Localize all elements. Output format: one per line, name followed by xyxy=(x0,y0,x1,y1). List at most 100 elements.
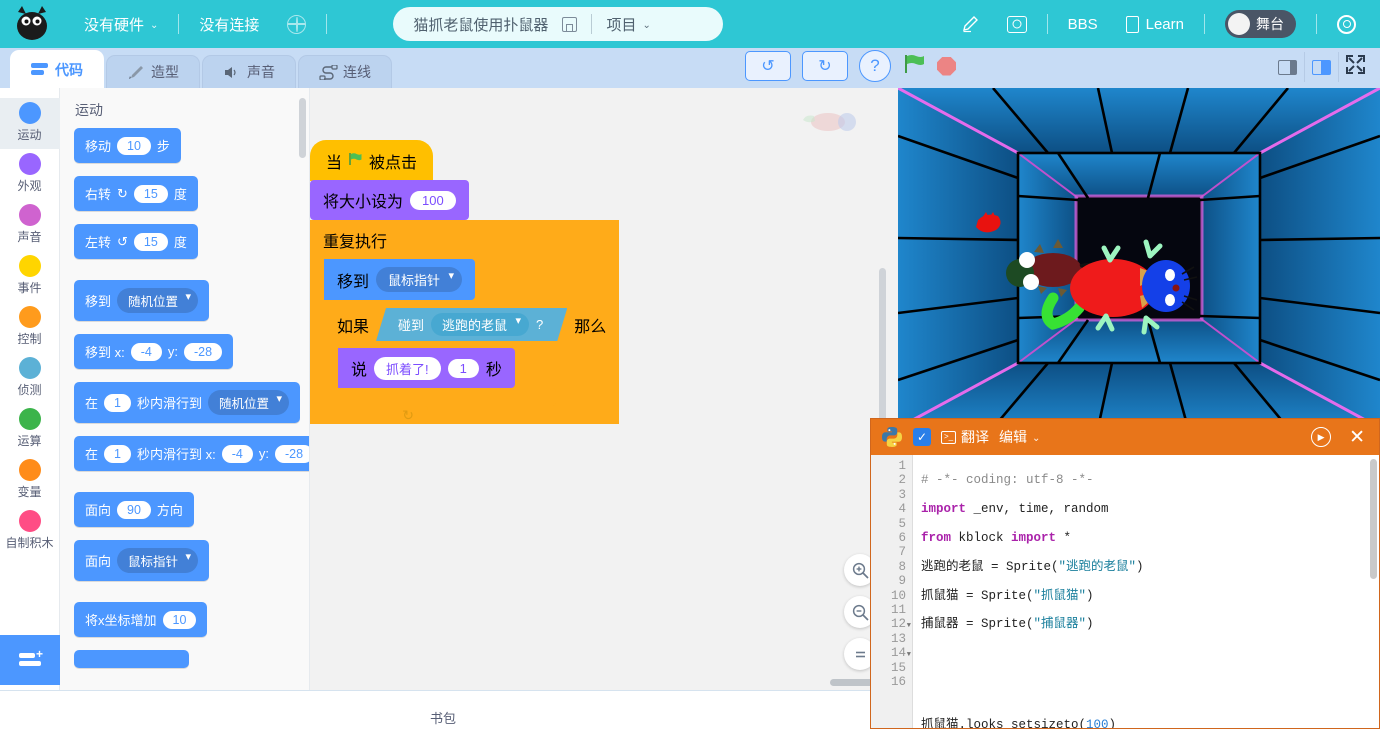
palette-block-turn-right[interactable]: 右转 ↻ 15 度 xyxy=(74,176,198,211)
block-input[interactable]: 10 xyxy=(117,136,151,155)
code-workspace[interactable]: 当 被点击 将大小设为 100 重复执行 移到 鼠标指针 ▾ 如果 碰到 逃跑的… xyxy=(310,88,898,690)
code-text-area[interactable]: # -*- coding: utf-8 -*- import _env, tim… xyxy=(913,455,1379,728)
code-token: ) xyxy=(1086,617,1094,632)
green-flag-icon xyxy=(348,152,363,171)
edit-menu[interactable]: 编辑 ⌄ xyxy=(999,427,1040,447)
block-input-y[interactable]: -28 xyxy=(274,444,309,463)
code-scrollbar[interactable] xyxy=(1370,459,1377,579)
connection-menu[interactable]: 没有连接 xyxy=(185,0,273,48)
palette-block-move-steps[interactable]: 移动 10 步 xyxy=(74,128,181,163)
block-input-message[interactable]: 抓着了! xyxy=(374,356,441,380)
block-goto-mouse-pointer[interactable]: 移到 鼠标指针 xyxy=(324,259,476,300)
edit-button[interactable] xyxy=(947,0,993,48)
stop-button[interactable] xyxy=(937,56,956,76)
line-number-foldable[interactable]: 12 ▼ xyxy=(871,617,911,631)
checkbox-checked-icon[interactable]: ✓ xyxy=(913,428,931,446)
language-button[interactable] xyxy=(273,0,320,48)
block-input-x[interactable]: -4 xyxy=(221,444,253,463)
app-logo-icon[interactable] xyxy=(8,4,56,44)
category-control[interactable]: 控制 xyxy=(0,302,60,353)
translate-button[interactable]: >_ 翻译 xyxy=(941,427,989,447)
help-button[interactable]: ? xyxy=(859,50,891,82)
block-dropdown[interactable]: 随机位置 xyxy=(117,288,199,313)
block-forever[interactable]: 重复执行 移到 鼠标指针 如果 xyxy=(310,220,620,424)
palette-block-goto-xy[interactable]: 移到 x: -4 y: -28 xyxy=(74,334,234,369)
category-motion[interactable]: 运动 xyxy=(0,98,60,149)
block-input-secs[interactable]: 1 xyxy=(447,358,479,378)
block-input[interactable]: 1 xyxy=(104,393,131,412)
redo-button[interactable]: ↻ xyxy=(802,51,848,81)
block-say-for-secs[interactable]: 说 抓着了! 1 秒 xyxy=(338,348,515,388)
small-stage-button[interactable] xyxy=(1270,52,1304,82)
block-set-size-to[interactable]: 将大小设为 100 xyxy=(310,180,469,220)
block-dropdown[interactable]: 逃跑的老鼠 xyxy=(431,313,529,336)
project-menu[interactable]: 项目 ⌄ xyxy=(606,14,650,35)
palette-block-turn-left[interactable]: 左转 ↺ 15 度 xyxy=(74,224,198,259)
code-editor-body[interactable]: 1 2 3 4 5 6 7 8 9 10 11 12 ▼ 13 14 ▼ 15 16… xyxy=(871,455,1379,728)
palette-block-point-direction[interactable]: 面向 90 方向 xyxy=(74,492,194,527)
block-dropdown[interactable]: 鼠标指针 xyxy=(376,267,463,292)
category-operators[interactable]: 运算 xyxy=(0,404,60,455)
category-sensing[interactable]: 侦测 xyxy=(0,353,60,404)
block-input[interactable]: 15 xyxy=(133,184,168,203)
stage-area[interactable] xyxy=(898,88,1380,428)
add-extension-button[interactable]: + xyxy=(0,635,60,685)
block-dropdown[interactable]: 鼠标指针 xyxy=(117,548,199,573)
category-myblocks-label: 自制积木 xyxy=(5,536,54,550)
palette-scrollbar[interactable] xyxy=(299,98,306,158)
stage-toggle[interactable]: 舞台 xyxy=(1225,10,1296,38)
bbs-link[interactable]: BBS xyxy=(1054,0,1112,48)
category-myblocks[interactable]: 自制积木 xyxy=(0,506,60,557)
camera-button[interactable] xyxy=(993,0,1041,48)
line-number-foldable[interactable]: 14 ▼ xyxy=(871,646,911,660)
rotate-left-icon: ↺ xyxy=(117,233,128,249)
palette-block-point-towards[interactable]: 面向 鼠标指针 xyxy=(74,540,210,581)
palette-block-change-x[interactable]: 将x坐标增加 10 xyxy=(74,602,208,637)
palette-block-goto-target[interactable]: 移到 随机位置 xyxy=(74,280,210,321)
block-input[interactable]: 15 xyxy=(133,232,168,251)
category-events[interactable]: 事件 xyxy=(0,251,60,302)
block-when-flag-clicked[interactable]: 当 被点击 xyxy=(310,140,434,181)
tab-code[interactable]: 代码 xyxy=(10,50,104,88)
sound-dot-icon xyxy=(18,204,41,226)
fold-arrow-icon[interactable]: ▼ xyxy=(907,619,911,633)
close-icon[interactable]: ✕ xyxy=(1349,428,1365,447)
script-stack[interactable]: 当 被点击 将大小设为 100 重复执行 移到 鼠标指针 ▾ 如果 碰到 逃跑的… xyxy=(310,140,620,424)
category-variables[interactable]: 变量 xyxy=(0,455,60,506)
tab-connect[interactable]: 连线 xyxy=(298,55,392,88)
category-looks[interactable]: 外观 xyxy=(0,149,60,200)
large-stage-button[interactable] xyxy=(1304,52,1338,82)
palette-block-glide-xy[interactable]: 在 1 秒内滑行到 x: -4 y: -28 xyxy=(74,436,309,471)
block-input[interactable]: 90 xyxy=(117,500,151,519)
palette-block-partial[interactable] xyxy=(74,650,189,668)
menu-divider-4 xyxy=(1204,14,1205,34)
tab-costumes-label: 造型 xyxy=(151,64,179,80)
block-dropdown[interactable]: 随机位置 xyxy=(207,390,289,415)
fullscreen-button[interactable] xyxy=(1338,52,1372,82)
block-if-then[interactable]: 如果 碰到 逃跑的老鼠 ? 那么 xyxy=(324,300,620,406)
fold-arrow-icon-2[interactable]: ▼ xyxy=(907,648,911,662)
translate-label: 翻译 xyxy=(961,429,989,445)
learn-link[interactable]: Learn xyxy=(1112,0,1198,48)
tab-costumes[interactable]: 造型 xyxy=(106,55,200,88)
undo-button[interactable]: ↺ xyxy=(745,51,791,81)
block-input[interactable]: 1 xyxy=(104,444,131,463)
python-code-window[interactable]: ✓ >_ 翻译 编辑 ⌄ ▶ ✕ 1 2 3 4 5 6 7 8 9 10 11… xyxy=(870,418,1380,729)
hardware-menu[interactable]: 没有硬件 ⌄ xyxy=(70,0,172,48)
tab-sound[interactable]: 声音 xyxy=(202,55,296,88)
block-palette[interactable]: 运动 移动 10 步 右转 ↻ 15 度 左转 ↺ 15 度 移到 随机位置 ▾… xyxy=(60,88,310,690)
settings-button[interactable] xyxy=(1323,0,1370,48)
block-input-x[interactable]: -4 xyxy=(130,342,162,361)
save-icon[interactable] xyxy=(562,16,578,32)
green-flag-button[interactable] xyxy=(902,53,926,79)
code-token: 抓鼠猫.looks_setsizeto( xyxy=(921,718,1087,728)
block-touching[interactable]: 碰到 逃跑的老鼠 ? xyxy=(376,308,567,341)
block-input[interactable]: 10 xyxy=(162,610,197,629)
palette-block-glide-target[interactable]: 在 1 秒内滑行到 随机位置 xyxy=(74,382,300,423)
run-icon[interactable]: ▶ xyxy=(1311,427,1332,447)
block-text: 那么 xyxy=(574,318,607,336)
project-title-bar[interactable]: 猫抓老鼠使用扑鼠器 项目 ⌄ xyxy=(393,7,724,41)
block-input[interactable]: 100 xyxy=(410,190,456,210)
category-sound[interactable]: 声音 xyxy=(0,200,60,251)
block-input-y[interactable]: -28 xyxy=(183,342,223,361)
